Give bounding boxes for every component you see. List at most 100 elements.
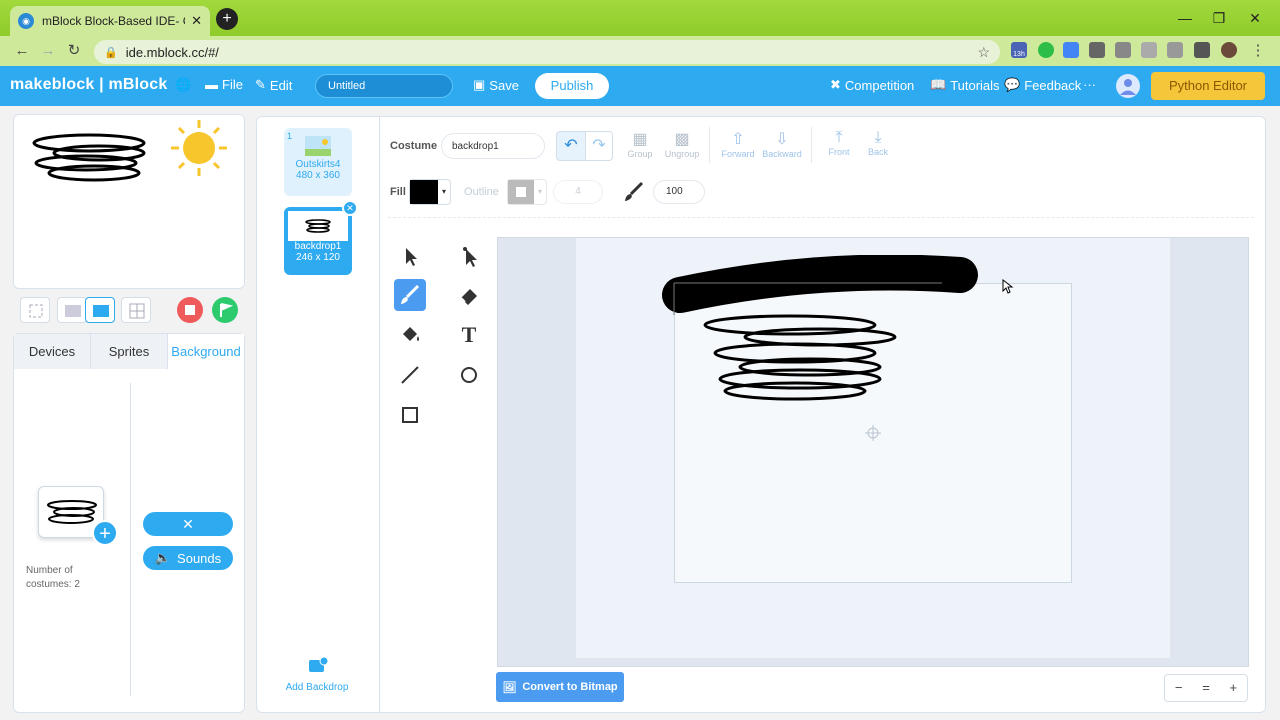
- green-flag-button[interactable]: [212, 297, 238, 323]
- sidebar-divider: [130, 383, 131, 696]
- fullscreen-icon: [29, 304, 43, 318]
- undo-button[interactable]: ↶: [556, 131, 586, 161]
- url-input[interactable]: 🔒 ide.mblock.cc/#/ ☆: [94, 40, 1000, 64]
- fullscreen-button[interactable]: [20, 297, 50, 323]
- list-item[interactable]: 2 backdrop1 246 x 120: [284, 207, 352, 275]
- forward-icon: ⇧: [731, 131, 745, 148]
- tab-sprites[interactable]: Sprites: [91, 334, 168, 369]
- fill-color-swatch: [410, 180, 438, 204]
- tab-background[interactable]: Background: [168, 334, 244, 369]
- ungroup-icon: ▩: [674, 131, 690, 148]
- project-name-input[interactable]: [315, 74, 453, 98]
- costume-size: 246 x 120: [296, 252, 340, 263]
- sounds-button[interactable]: 🔈 Sounds: [143, 546, 233, 570]
- extension-icon[interactable]: 13h: [1011, 42, 1027, 58]
- fill-color-picker[interactable]: ▾: [409, 179, 451, 205]
- forward-label: Forward: [721, 149, 755, 159]
- competition-link[interactable]: ✖ Competition: [830, 77, 914, 93]
- brand-logo: makeblock | mBlock: [10, 76, 168, 93]
- brush-tool-icon[interactable]: [394, 279, 426, 311]
- extension-icon[interactable]: [1089, 42, 1105, 58]
- fill-tool-icon[interactable]: [394, 319, 426, 351]
- back-label: Back: [867, 147, 888, 157]
- lock-icon: 🔒: [104, 46, 118, 59]
- menu-dots-icon[interactable]: ⋮: [1248, 41, 1268, 61]
- costume-name-input[interactable]: [441, 133, 545, 159]
- drawn-scribble[interactable]: [660, 255, 1000, 415]
- costume-name: Outskirts4: [295, 159, 341, 170]
- list-item[interactable]: 1 Outskirts4 480 x 360: [284, 128, 352, 196]
- forward-icon[interactable]: →: [38, 41, 58, 61]
- file-menu-label: File: [222, 77, 243, 92]
- speaker-icon: 🔈: [154, 550, 172, 565]
- add-background-icon[interactable]: +: [92, 520, 118, 546]
- mute-icon[interactable]: [1141, 42, 1157, 58]
- tab-devices[interactable]: Devices: [14, 334, 91, 369]
- profile-avatar[interactable]: [1221, 42, 1237, 58]
- grid-layout-button[interactable]: [121, 297, 151, 323]
- back-icon: ⤓: [874, 129, 882, 146]
- user-avatar[interactable]: [1116, 74, 1140, 98]
- add-backdrop-icon[interactable]: [308, 656, 329, 675]
- browser-tab[interactable]: ◉ mBlock Block-Based IDE- Coding ✕: [10, 6, 210, 36]
- text-tool-icon[interactable]: T: [453, 319, 485, 351]
- extension-icon[interactable]: [1038, 42, 1054, 58]
- chevron-down-icon: ▾: [441, 187, 446, 196]
- forward-button[interactable]: ⇧ Forward: [713, 129, 763, 159]
- stop-button[interactable]: [177, 297, 203, 323]
- edit-menu-label: Edit: [269, 77, 293, 93]
- toolbar-divider: [709, 127, 710, 163]
- brush-size-input[interactable]: 100: [653, 180, 705, 204]
- reshape-tool-icon[interactable]: [453, 240, 485, 272]
- more-menu[interactable]: ···: [1083, 77, 1096, 92]
- user-icon: [1120, 79, 1136, 95]
- extension-icon[interactable]: [1167, 42, 1183, 58]
- competition-label: Competition: [844, 77, 915, 93]
- extension-icon[interactable]: [1063, 42, 1079, 58]
- zoom-in-icon[interactable]: +: [1220, 675, 1247, 701]
- extension-icon[interactable]: [1115, 42, 1131, 58]
- normal-stage-button[interactable]: [85, 297, 115, 323]
- costume-count: Number of costumes: 2: [26, 565, 80, 590]
- bookmark-star-icon[interactable]: ☆: [977, 44, 990, 61]
- zoom-reset-icon[interactable]: =: [1192, 675, 1219, 701]
- rectangle-tool-icon[interactable]: [394, 399, 426, 431]
- file-menu[interactable]: ▬ File: [205, 77, 243, 92]
- circle-tool-icon[interactable]: [453, 359, 485, 391]
- backward-button[interactable]: ⇩ Backward: [757, 129, 807, 159]
- tutorials-link[interactable]: 📖 Tutorials: [930, 77, 1000, 93]
- back-button[interactable]: ⤓ Back: [853, 129, 903, 157]
- sun-icon: [171, 120, 227, 176]
- close-window-icon[interactable]: ✕: [1232, 0, 1278, 36]
- python-editor-button[interactable]: Python Editor: [1151, 72, 1265, 100]
- publish-button[interactable]: Publish: [535, 73, 609, 99]
- feedback-link[interactable]: 💬 Feedback: [1004, 77, 1081, 93]
- ungroup-button[interactable]: ▩ Ungroup: [657, 129, 707, 159]
- convert-to-bitmap-button[interactable]: 🖼 Convert to Bitmap: [496, 672, 624, 702]
- redo-button[interactable]: ↷: [585, 131, 613, 161]
- close-tab-icon[interactable]: ✕: [191, 13, 202, 29]
- new-tab-button[interactable]: +: [216, 8, 238, 30]
- small-stage-button[interactable]: [57, 297, 87, 323]
- delete-button[interactable]: ✕: [143, 512, 233, 536]
- delete-costume-icon[interactable]: ✕: [342, 200, 358, 216]
- eraser-tool-icon[interactable]: [453, 279, 485, 311]
- costume-size: 480 x 360: [296, 170, 340, 181]
- line-tool-icon[interactable]: [394, 359, 426, 391]
- select-tool-icon[interactable]: [394, 240, 426, 272]
- add-backdrop-label[interactable]: Add Backdrop: [274, 682, 360, 693]
- globe-icon[interactable]: 🌐: [175, 77, 191, 93]
- back-icon[interactable]: ←: [12, 41, 32, 61]
- save-button[interactable]: ▣ Save: [473, 77, 519, 93]
- toolbar-separator: [388, 217, 1254, 218]
- outline-color-picker[interactable]: ▾: [507, 179, 547, 205]
- edit-menu[interactable]: ✎ Edit: [255, 77, 292, 93]
- zoom-out-icon[interactable]: −: [1165, 675, 1192, 701]
- ungroup-label: Ungroup: [664, 149, 700, 159]
- reload-icon[interactable]: ↻: [64, 41, 84, 61]
- outline-width-input[interactable]: 4: [553, 180, 603, 204]
- stage-preview[interactable]: [13, 114, 245, 289]
- puzzle-icon[interactable]: [1194, 42, 1210, 58]
- stage-scribble: [32, 120, 227, 182]
- sounds-label: Sounds: [177, 550, 222, 566]
